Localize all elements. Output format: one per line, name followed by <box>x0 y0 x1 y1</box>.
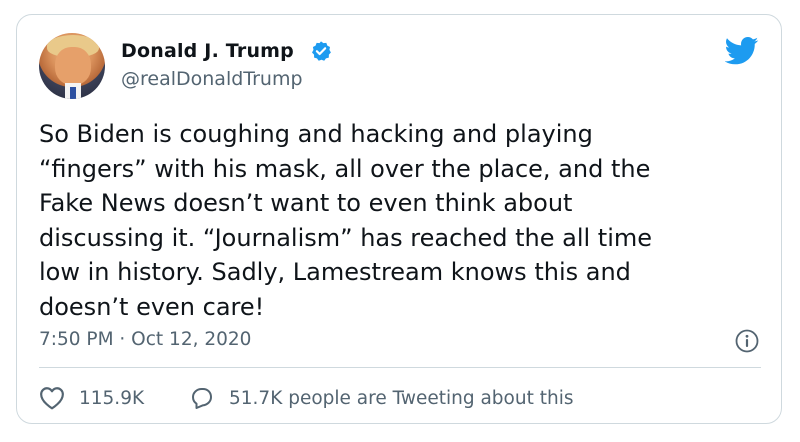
tweet-timestamp[interactable]: 7:50 PM · Oct 12, 2020 <box>39 329 251 350</box>
tweet-card[interactable]: Donald J. Trump @realDonaldTrump So Bide… <box>16 14 782 424</box>
avatar[interactable] <box>39 33 105 99</box>
author-handle[interactable]: @realDonaldTrump <box>121 68 303 90</box>
author-name[interactable]: Donald J. Trump <box>121 40 294 62</box>
twitter-bird-icon[interactable] <box>725 37 759 65</box>
speech-bubble-icon[interactable] <box>189 386 215 410</box>
heart-icon[interactable] <box>39 386 65 410</box>
like-action[interactable]: 115.9K <box>39 385 144 411</box>
avatar-tie <box>70 87 76 99</box>
verified-badge-icon <box>312 41 331 61</box>
divider <box>39 367 761 368</box>
avatar-face <box>55 47 91 85</box>
like-count: 115.9K <box>79 387 145 409</box>
info-icon[interactable] <box>735 329 759 353</box>
tweeting-about-action[interactable]: 51.7K people are Tweeting about this <box>189 385 573 411</box>
tweet-text: So Biden is coughing and hacking and pla… <box>39 120 653 321</box>
tweeting-about-text: 51.7K people are Tweeting about this <box>229 387 574 409</box>
